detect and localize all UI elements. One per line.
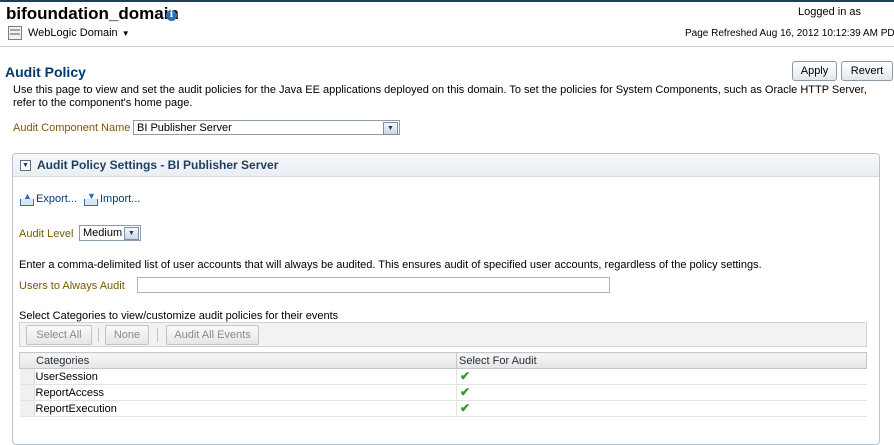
- table-header-row: Categories Select For Audit: [19, 352, 867, 369]
- revert-button[interactable]: Revert: [841, 61, 893, 81]
- category-cell: UserSession: [19, 368, 457, 385]
- table-row[interactable]: ReportExecution ✔: [19, 400, 867, 417]
- import-link[interactable]: ▼ Import...: [83, 192, 140, 206]
- select-for-audit-cell[interactable]: ✔: [456, 384, 867, 401]
- audit-component-select[interactable]: BI Publisher Server ▼: [133, 120, 400, 135]
- domain-menu-icon: [8, 26, 22, 40]
- users-instructions: Enter a comma-delimited list of user acc…: [19, 259, 762, 271]
- audit-level-label: Audit Level: [19, 228, 74, 240]
- toolbar-divider: [98, 328, 99, 342]
- chevron-down-icon[interactable]: ▼: [383, 122, 398, 135]
- select-for-audit-cell[interactable]: ✔: [456, 368, 867, 385]
- audit-level-select[interactable]: Medium ▼: [79, 225, 141, 241]
- panel-header: ▼ Audit Policy Settings - BI Publisher S…: [13, 154, 879, 177]
- page-refreshed-text: Page Refreshed Aug 16, 2012 10:12:39 AM …: [685, 28, 894, 39]
- audit-component-value: BI Publisher Server: [137, 122, 232, 134]
- audit-all-events-button[interactable]: Audit All Events: [166, 325, 259, 345]
- export-icon: ▲: [19, 192, 34, 206]
- domain-title: bifoundation_domain: [6, 4, 179, 23]
- top-accent-line: [0, 0, 894, 2]
- page-description: Use this page to view and set the audit …: [13, 84, 867, 109]
- export-link[interactable]: ▲ Export...: [19, 192, 77, 206]
- info-icon[interactable]: i: [166, 10, 177, 21]
- categories-table: Categories Select For Audit UserSession …: [19, 352, 867, 417]
- table-row[interactable]: ReportAccess ✔: [19, 384, 867, 401]
- audit-level-value: Medium: [83, 227, 123, 239]
- top-header: bifoundation_domain i Logged in as WebLo…: [0, 0, 894, 47]
- category-cell: ReportExecution: [19, 400, 457, 417]
- categories-column-header[interactable]: Categories: [19, 352, 457, 369]
- export-label: Export...: [36, 193, 77, 205]
- chevron-down-icon[interactable]: ▼: [124, 227, 139, 240]
- none-button[interactable]: None: [105, 325, 149, 345]
- page-title: Audit Policy: [5, 64, 86, 80]
- select-for-audit-column-header[interactable]: Select For Audit: [456, 352, 867, 369]
- collapse-icon[interactable]: ▼: [20, 160, 31, 171]
- select-all-button[interactable]: Select All: [26, 325, 92, 345]
- panel-title: Audit Policy Settings - BI Publisher Ser…: [37, 158, 279, 172]
- import-icon: ▼: [83, 192, 98, 206]
- weblogic-domain-menu[interactable]: WebLogic Domain ▼: [8, 25, 130, 41]
- import-label: Import...: [100, 193, 141, 205]
- table-row[interactable]: UserSession ✔: [19, 368, 867, 385]
- toolbar-divider: [157, 328, 158, 342]
- weblogic-domain-label: WebLogic Domain: [28, 27, 118, 39]
- checkmark-icon: ✔: [460, 385, 471, 399]
- users-to-audit-label: Users to Always Audit: [19, 280, 125, 292]
- audit-component-label: Audit Component Name: [13, 122, 131, 134]
- category-cell: ReportAccess: [19, 384, 457, 401]
- logged-in-text: Logged in as: [798, 6, 861, 18]
- chevron-down-icon: ▼: [121, 28, 130, 38]
- select-categories-text: Select Categories to view/customize audi…: [19, 310, 339, 322]
- checkmark-icon: ✔: [460, 401, 471, 415]
- apply-button[interactable]: Apply: [792, 61, 837, 81]
- checkmark-icon: ✔: [460, 369, 471, 383]
- users-to-audit-input[interactable]: [137, 277, 610, 293]
- categories-toolbar: Select All None Audit All Events: [19, 322, 867, 347]
- select-for-audit-cell[interactable]: ✔: [456, 400, 867, 417]
